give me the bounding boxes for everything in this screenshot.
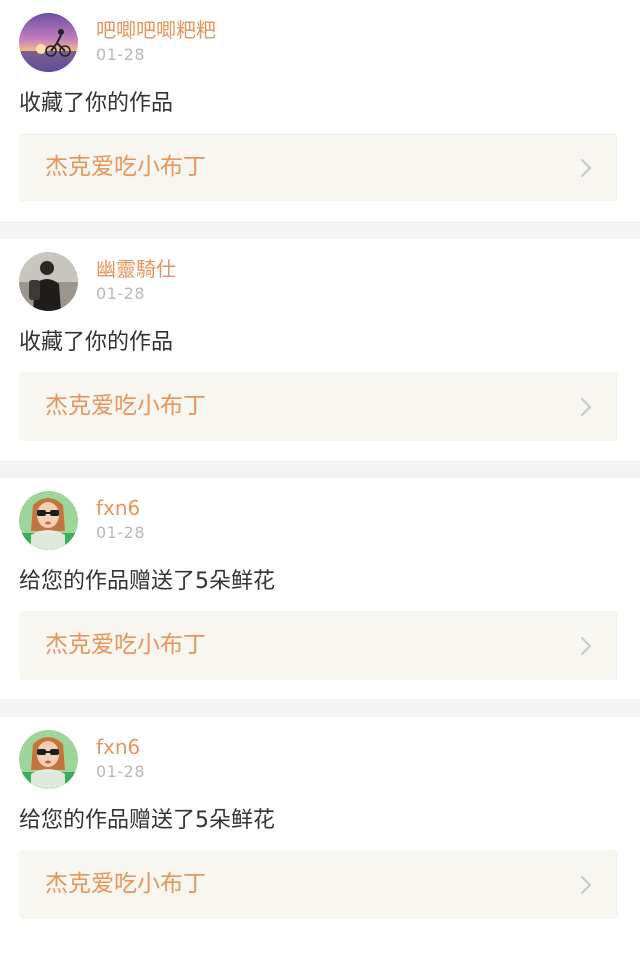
girl-with-sunglasses-avatar <box>19 730 78 789</box>
avatar[interactable] <box>19 252 78 311</box>
person-with-backpack-avatar <box>19 252 78 311</box>
action-text: 收藏了你的作品 <box>19 330 174 355</box>
avatar[interactable] <box>19 491 78 550</box>
notification-item: 幽靈騎仕 01-28 收藏了你的作品 杰克爱吃小布丁 <box>0 239 640 460</box>
chevron-right-icon <box>581 159 591 177</box>
work-card[interactable]: 杰克爱吃小布丁 <box>19 611 618 680</box>
work-title: 杰克爱吃小布丁 <box>45 871 206 897</box>
date: 01-28 <box>96 523 145 542</box>
separator <box>0 699 640 717</box>
notification-item: 吧唧吧唧粑粑 01-28 收藏了你的作品 杰克爱吃小布丁 <box>0 0 640 221</box>
work-card[interactable]: 杰克爱吃小布丁 <box>19 850 618 919</box>
girl-with-sunglasses-avatar <box>19 491 78 550</box>
date: 01-28 <box>96 45 145 64</box>
work-card[interactable]: 杰克爱吃小布丁 <box>19 372 618 441</box>
chevron-right-icon <box>581 876 591 894</box>
username[interactable]: fxn6 <box>96 734 140 760</box>
username[interactable]: fxn6 <box>96 495 140 521</box>
notification-item: fxn6 01-28 给您的作品赠送了5朵鲜花 杰克爱吃小布丁 <box>0 478 640 699</box>
sunset-cyclist-avatar <box>19 13 78 72</box>
chevron-right-icon <box>581 398 591 416</box>
username[interactable]: 吧唧吧唧粑粑 <box>96 17 216 43</box>
separator <box>0 221 640 239</box>
work-title: 杰克爱吃小布丁 <box>45 154 206 180</box>
avatar[interactable] <box>19 730 78 789</box>
date: 01-28 <box>96 284 145 303</box>
chevron-right-icon <box>581 637 591 655</box>
date: 01-28 <box>96 762 145 781</box>
username[interactable]: 幽靈騎仕 <box>96 256 176 282</box>
avatar[interactable] <box>19 13 78 72</box>
action-text: 收藏了你的作品 <box>19 91 174 116</box>
action-text: 给您的作品赠送了5朵鲜花 <box>19 569 275 594</box>
work-title: 杰克爱吃小布丁 <box>45 393 206 419</box>
action-text: 给您的作品赠送了5朵鲜花 <box>19 808 275 833</box>
work-title: 杰克爱吃小布丁 <box>45 632 206 658</box>
separator <box>0 460 640 478</box>
notification-item: fxn6 01-28 给您的作品赠送了5朵鲜花 杰克爱吃小布丁 <box>0 717 640 946</box>
notification-feed: 吧唧吧唧粑粑 01-28 收藏了你的作品 杰克爱吃小布丁 幽靈騎仕 01-28 … <box>0 0 640 946</box>
work-card[interactable]: 杰克爱吃小布丁 <box>19 133 618 202</box>
